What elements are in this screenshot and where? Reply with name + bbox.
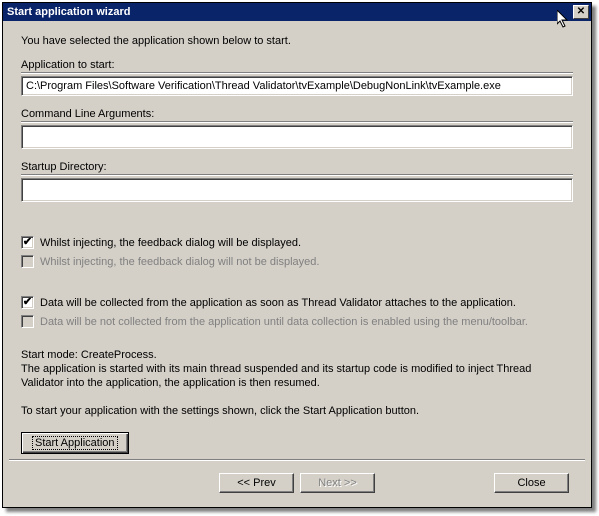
window-title: Start application wizard (7, 3, 130, 21)
cmdline-label: Command Line Arguments: (21, 108, 573, 120)
nav-separator (9, 459, 585, 461)
feedback-hidden-checkbox (21, 255, 34, 268)
content-area: You have selected the application shown … (3, 21, 591, 466)
separator (21, 121, 573, 123)
collect-deferred-row: Data will be not collected from the appl… (21, 315, 573, 328)
application-path-input[interactable] (21, 76, 573, 96)
startup-dir-input[interactable] (21, 178, 573, 202)
window-close-button[interactable]: ✕ (573, 5, 589, 19)
collect-deferred-label: Data will be not collected from the appl… (40, 316, 528, 328)
check-icon: ✔ (23, 237, 32, 248)
separator (21, 72, 573, 74)
collect-deferred-checkbox (21, 315, 34, 328)
titlebar: Start application wizard ✕ (3, 3, 591, 21)
instruction-text: To start your application with the setti… (21, 404, 573, 418)
intro-text: You have selected the application shown … (21, 35, 573, 47)
next-button: Next >> (300, 473, 375, 493)
feedback-shown-row: ✔ Whilst injecting, the feedback dialog … (21, 236, 573, 249)
feedback-hidden-row: Whilst injecting, the feedback dialog wi… (21, 255, 573, 268)
feedback-hidden-label: Whilst injecting, the feedback dialog wi… (40, 256, 319, 268)
start-application-button[interactable]: Start Application (21, 432, 129, 454)
start-mode-text: Start mode: CreateProcess. The applicati… (21, 348, 573, 390)
separator (21, 174, 573, 176)
feedback-shown-checkbox[interactable]: ✔ (21, 236, 34, 249)
prev-button[interactable]: << Prev (219, 473, 294, 493)
startup-dir-label: Startup Directory: (21, 161, 573, 173)
feedback-shown-label: Whilst injecting, the feedback dialog wi… (40, 237, 301, 249)
application-label: Application to start: (21, 59, 573, 71)
close-button[interactable]: Close (494, 473, 569, 493)
close-icon: ✕ (577, 7, 585, 17)
collect-immediate-row: ✔ Data will be collected from the applic… (21, 296, 573, 309)
cmdline-input[interactable] (21, 125, 573, 149)
check-icon: ✔ (23, 297, 32, 308)
wizard-window: Start application wizard ✕ You have sele… (2, 2, 592, 508)
start-mode-line2: The application is started with its main… (21, 363, 531, 389)
collect-immediate-checkbox[interactable]: ✔ (21, 296, 34, 309)
collect-immediate-label: Data will be collected from the applicat… (40, 297, 516, 309)
start-mode-line1: Start mode: CreateProcess. (21, 349, 157, 361)
